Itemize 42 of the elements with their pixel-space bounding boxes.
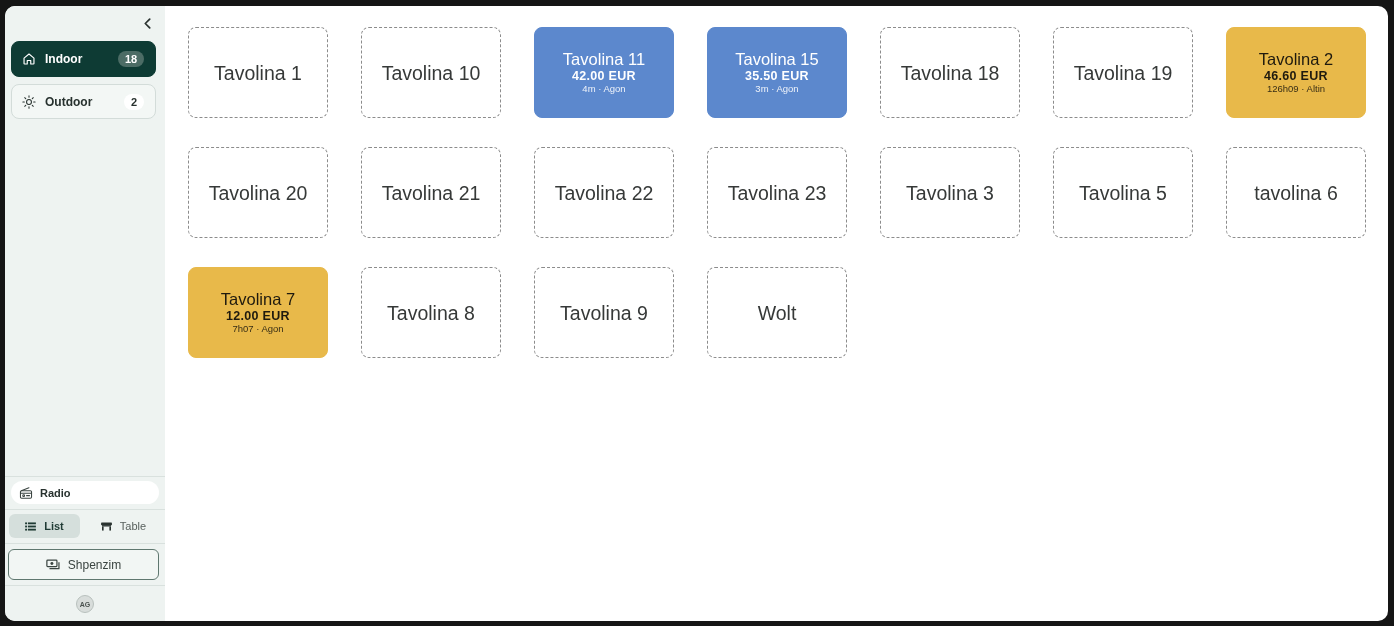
order-total: 42.00 EUR (572, 69, 636, 83)
table-card[interactable]: Tavolina 7 12.00 EUR 7h07 · Agon (188, 267, 328, 358)
cash-icon (45, 559, 60, 570)
sun-icon (22, 94, 36, 109)
order-total: 35.50 EUR (745, 69, 809, 83)
chevron-left-icon (143, 17, 151, 29)
view-tab[interactable]: Table (88, 514, 159, 538)
table-card[interactable]: Tavolina 20 (188, 147, 328, 238)
collapse-sidebar-button[interactable] (142, 16, 152, 30)
order-total: 12.00 EUR (226, 309, 290, 323)
table-card[interactable]: Tavolina 3 (880, 147, 1020, 238)
table-card[interactable]: Tavolina 2 46.60 EUR 126h09 · Altin (1226, 27, 1366, 118)
table-card[interactable]: Tavolina 5 (1053, 147, 1193, 238)
table-card[interactable]: Tavolina 18 (880, 27, 1020, 118)
order-info: 4m · Agon (582, 83, 626, 95)
radio-icon (19, 485, 33, 500)
list-icon (25, 521, 37, 531)
table-card[interactable]: Tavolina 1 (188, 27, 328, 118)
order-info: 3m · Agon (755, 83, 799, 95)
view-tab[interactable]: List (9, 514, 80, 538)
area-tab[interactable]: Outdoor 2 (11, 84, 156, 119)
table-card[interactable]: Tavolina 9 (534, 267, 674, 358)
table-card[interactable]: Tavolina 23 (707, 147, 847, 238)
order-info: 7h07 · Agon (232, 323, 284, 335)
house-icon (22, 52, 36, 66)
table-card[interactable]: tavolina 6 (1226, 147, 1366, 238)
table-card[interactable]: Tavolina 15 35.50 EUR 3m · Agon (707, 27, 847, 118)
radio-button[interactable]: Radio (11, 481, 159, 504)
table-card[interactable]: Tavolina 21 (361, 147, 501, 238)
table-icon (100, 521, 112, 531)
table-card[interactable]: Tavolina 22 (534, 147, 674, 238)
order-total: 46.60 EUR (1264, 69, 1328, 83)
count-badge: 18 (118, 51, 144, 67)
expense-button[interactable]: Shpenzim (8, 549, 159, 580)
table-card[interactable]: Tavolina 8 (361, 267, 501, 358)
table-card[interactable]: Tavolina 11 42.00 EUR 4m · Agon (534, 27, 674, 118)
table-card[interactable]: Tavolina 19 (1053, 27, 1193, 118)
count-badge: 2 (124, 93, 144, 110)
table-card[interactable]: Tavolina 10 (361, 27, 501, 118)
order-info: 126h09 · Altin (1266, 83, 1326, 95)
area-tab[interactable]: Indoor 18 (11, 41, 156, 77)
table-card[interactable]: Wolt (707, 267, 847, 358)
